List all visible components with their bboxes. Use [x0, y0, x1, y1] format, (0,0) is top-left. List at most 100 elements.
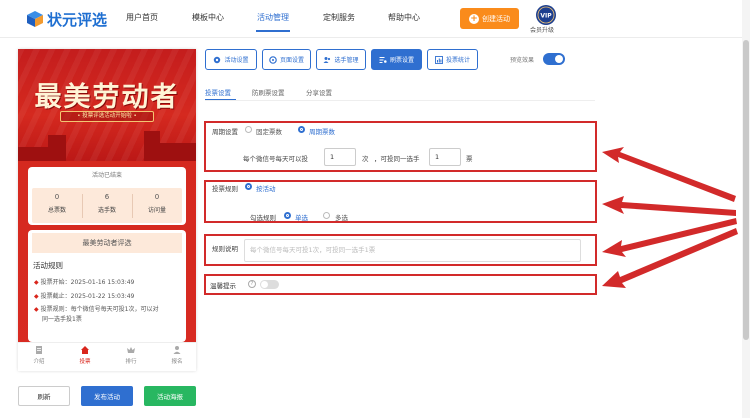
tab-share-settings[interactable]: 分享设置: [306, 87, 332, 97]
stat-visits: 0 访问量: [132, 193, 182, 214]
option-fixed-votes[interactable]: 固定票数: [256, 126, 282, 136]
top-navigation: 状元评选 用户首页 模板中心 活动管理 定制服务 帮助中心 + 创建活动 VIP…: [0, 0, 750, 38]
nav-custom-service[interactable]: 定制服务: [323, 12, 355, 23]
stat-value: 0: [54, 193, 60, 201]
radio-by-activity[interactable]: [245, 183, 252, 190]
annotation-arrows: [602, 147, 738, 288]
tab-label: 报名: [171, 359, 183, 365]
gear-icon: [214, 56, 221, 63]
scrollbar-thumb[interactable]: [743, 40, 749, 340]
create-activity-button[interactable]: + 创建活动: [460, 8, 519, 29]
preview-tab-intro[interactable]: 介绍: [24, 345, 54, 365]
rules-title: 活动规则: [33, 261, 63, 270]
same-contestant-votes-input[interactable]: 1: [429, 148, 461, 166]
tool-contestant-management[interactable]: 选手管理: [316, 49, 366, 70]
home-icon: [81, 346, 89, 354]
rule-item: ◆ 投票规则：每个微信号每天可投1次，可以对: [34, 306, 159, 313]
same-contestant-unit: 票: [466, 155, 473, 163]
tool-label: 投票统计: [445, 57, 470, 64]
toggle-knob: [555, 55, 563, 63]
cube-logo-icon: [27, 11, 43, 27]
rule-item: ◆ 投票开始：2025-01-16 15:03:49: [34, 279, 135, 286]
per-day-unit: 次: [362, 155, 369, 163]
doc-icon: [36, 346, 42, 354]
check-rule-label: 勾选规则: [250, 214, 276, 222]
radio-cycle-votes[interactable]: [298, 126, 305, 133]
stat-label: 总票数: [47, 207, 66, 214]
user-icon: [173, 346, 181, 354]
vote-rule-label: 投票规则: [212, 185, 238, 193]
activity-status: 活动已结束: [91, 172, 122, 179]
bullet-icon: ◆: [34, 279, 39, 286]
brand-logo[interactable]: 状元评选: [26, 8, 107, 30]
tab-label: 介绍: [33, 359, 45, 365]
stat-contestants: 6 选手数: [82, 193, 132, 214]
tab-vote-settings[interactable]: 投票设置: [205, 87, 231, 97]
vip-upgrade-label[interactable]: 会员升级: [530, 25, 554, 34]
mobile-preview: 最美劳动者 • 投票评选活动开始啦 • 活动已结束 0 总票数 6 选手数 0 …: [18, 49, 196, 371]
cycle-settings-label: 周期设置: [212, 128, 238, 136]
tool-activity-settings[interactable]: 活动设置: [205, 49, 257, 70]
preview-tab-vote[interactable]: 投票: [70, 345, 100, 365]
tool-page-settings[interactable]: 页面设置: [262, 49, 311, 70]
publish-button[interactable]: 发布活动: [81, 386, 133, 406]
banner-ribbon: • 投票评选活动开始啦 •: [60, 111, 154, 122]
bar-chart-icon: [435, 55, 443, 64]
activity-info-card: 最美劳动者评选 活动规则 ◆ 投票开始：2025-01-16 15:03:49 ◆…: [28, 230, 186, 342]
stat-value: 6: [104, 193, 110, 201]
tab-label: 投票: [79, 359, 91, 365]
same-contestant-label: ，可投同一选手: [374, 155, 420, 163]
nav-activity-management[interactable]: 活动管理: [257, 12, 289, 23]
stat-total-votes: 0 总票数: [32, 193, 82, 214]
stat-label: 选手数: [97, 207, 116, 214]
preview-banner: 最美劳动者 • 投票评选活动开始啦 •: [18, 49, 196, 169]
option-multiple-choice[interactable]: 多选: [335, 212, 348, 222]
arrow-to-cycle-icon: [602, 147, 736, 202]
users-icon: [323, 56, 331, 63]
radio-fixed-votes[interactable]: [245, 126, 252, 133]
nav-templates[interactable]: 模板中心: [192, 12, 224, 23]
preview-tab-ranking[interactable]: 排行: [116, 345, 146, 365]
stats-card: 活动已结束 0 总票数 6 选手数 0 访问量: [28, 167, 186, 225]
tip-toggle[interactable]: [260, 280, 279, 289]
brand-name: 状元评选: [47, 10, 108, 29]
tool-label: 选手管理: [334, 57, 359, 64]
radio-multiple-choice[interactable]: [323, 212, 330, 219]
create-activity-label: 创建活动: [482, 14, 510, 23]
nav-help-center[interactable]: 帮助中心: [388, 12, 420, 23]
radio-single-choice[interactable]: [284, 212, 291, 219]
help-icon[interactable]: ?: [248, 280, 256, 288]
stat-label: 访问量: [147, 207, 166, 214]
option-cycle-votes[interactable]: 周期票数: [309, 126, 335, 136]
tip-label: 温馨提示: [210, 282, 236, 290]
arrow-to-vote-rule-icon: [602, 196, 736, 216]
tool-anti-fraud-settings[interactable]: 刷票设置: [371, 49, 422, 70]
per-day-votes-input[interactable]: 1: [324, 148, 356, 166]
per-day-label: 每个微信号每天可以投: [243, 155, 308, 163]
preview-tab-signup[interactable]: 报名: [162, 345, 192, 365]
toggle-knob: [261, 281, 268, 288]
preview-effect-toggle[interactable]: [543, 53, 565, 65]
rule-item-continued: 同一选手投1票: [42, 316, 82, 323]
poster-button[interactable]: 活动海报: [144, 386, 196, 406]
tool-label: 活动设置: [224, 57, 249, 64]
tool-vote-statistics[interactable]: 投票统计: [427, 49, 478, 70]
option-by-activity[interactable]: 按活动: [256, 183, 276, 193]
nav-home[interactable]: 用户首页: [126, 12, 158, 23]
tab-anti-fraud-settings[interactable]: 防刷票设置: [252, 87, 285, 97]
tool-label: 页面设置: [279, 57, 304, 64]
rules-description-label: 规则说明: [212, 245, 238, 253]
nav-active-indicator: [256, 30, 290, 32]
vip-badge-text: VIP: [540, 13, 552, 20]
bullet-icon: ◆: [34, 306, 39, 313]
rule-item: ◆ 投票截止：2025-01-22 15:03:49: [34, 293, 135, 300]
subtab-divider: [205, 100, 595, 101]
plus-icon: +: [469, 13, 479, 24]
list-settings-icon: [379, 56, 387, 63]
vip-badge-icon[interactable]: VIP: [535, 4, 557, 26]
option-single-choice[interactable]: 单选: [295, 212, 308, 222]
rules-description-textarea[interactable]: 每个微信号每天可投1次，可投同一选手1票: [244, 239, 581, 262]
tool-label: 刷票设置: [389, 57, 414, 64]
refresh-button[interactable]: 刷新: [18, 386, 70, 406]
stat-value: 0: [154, 193, 160, 201]
